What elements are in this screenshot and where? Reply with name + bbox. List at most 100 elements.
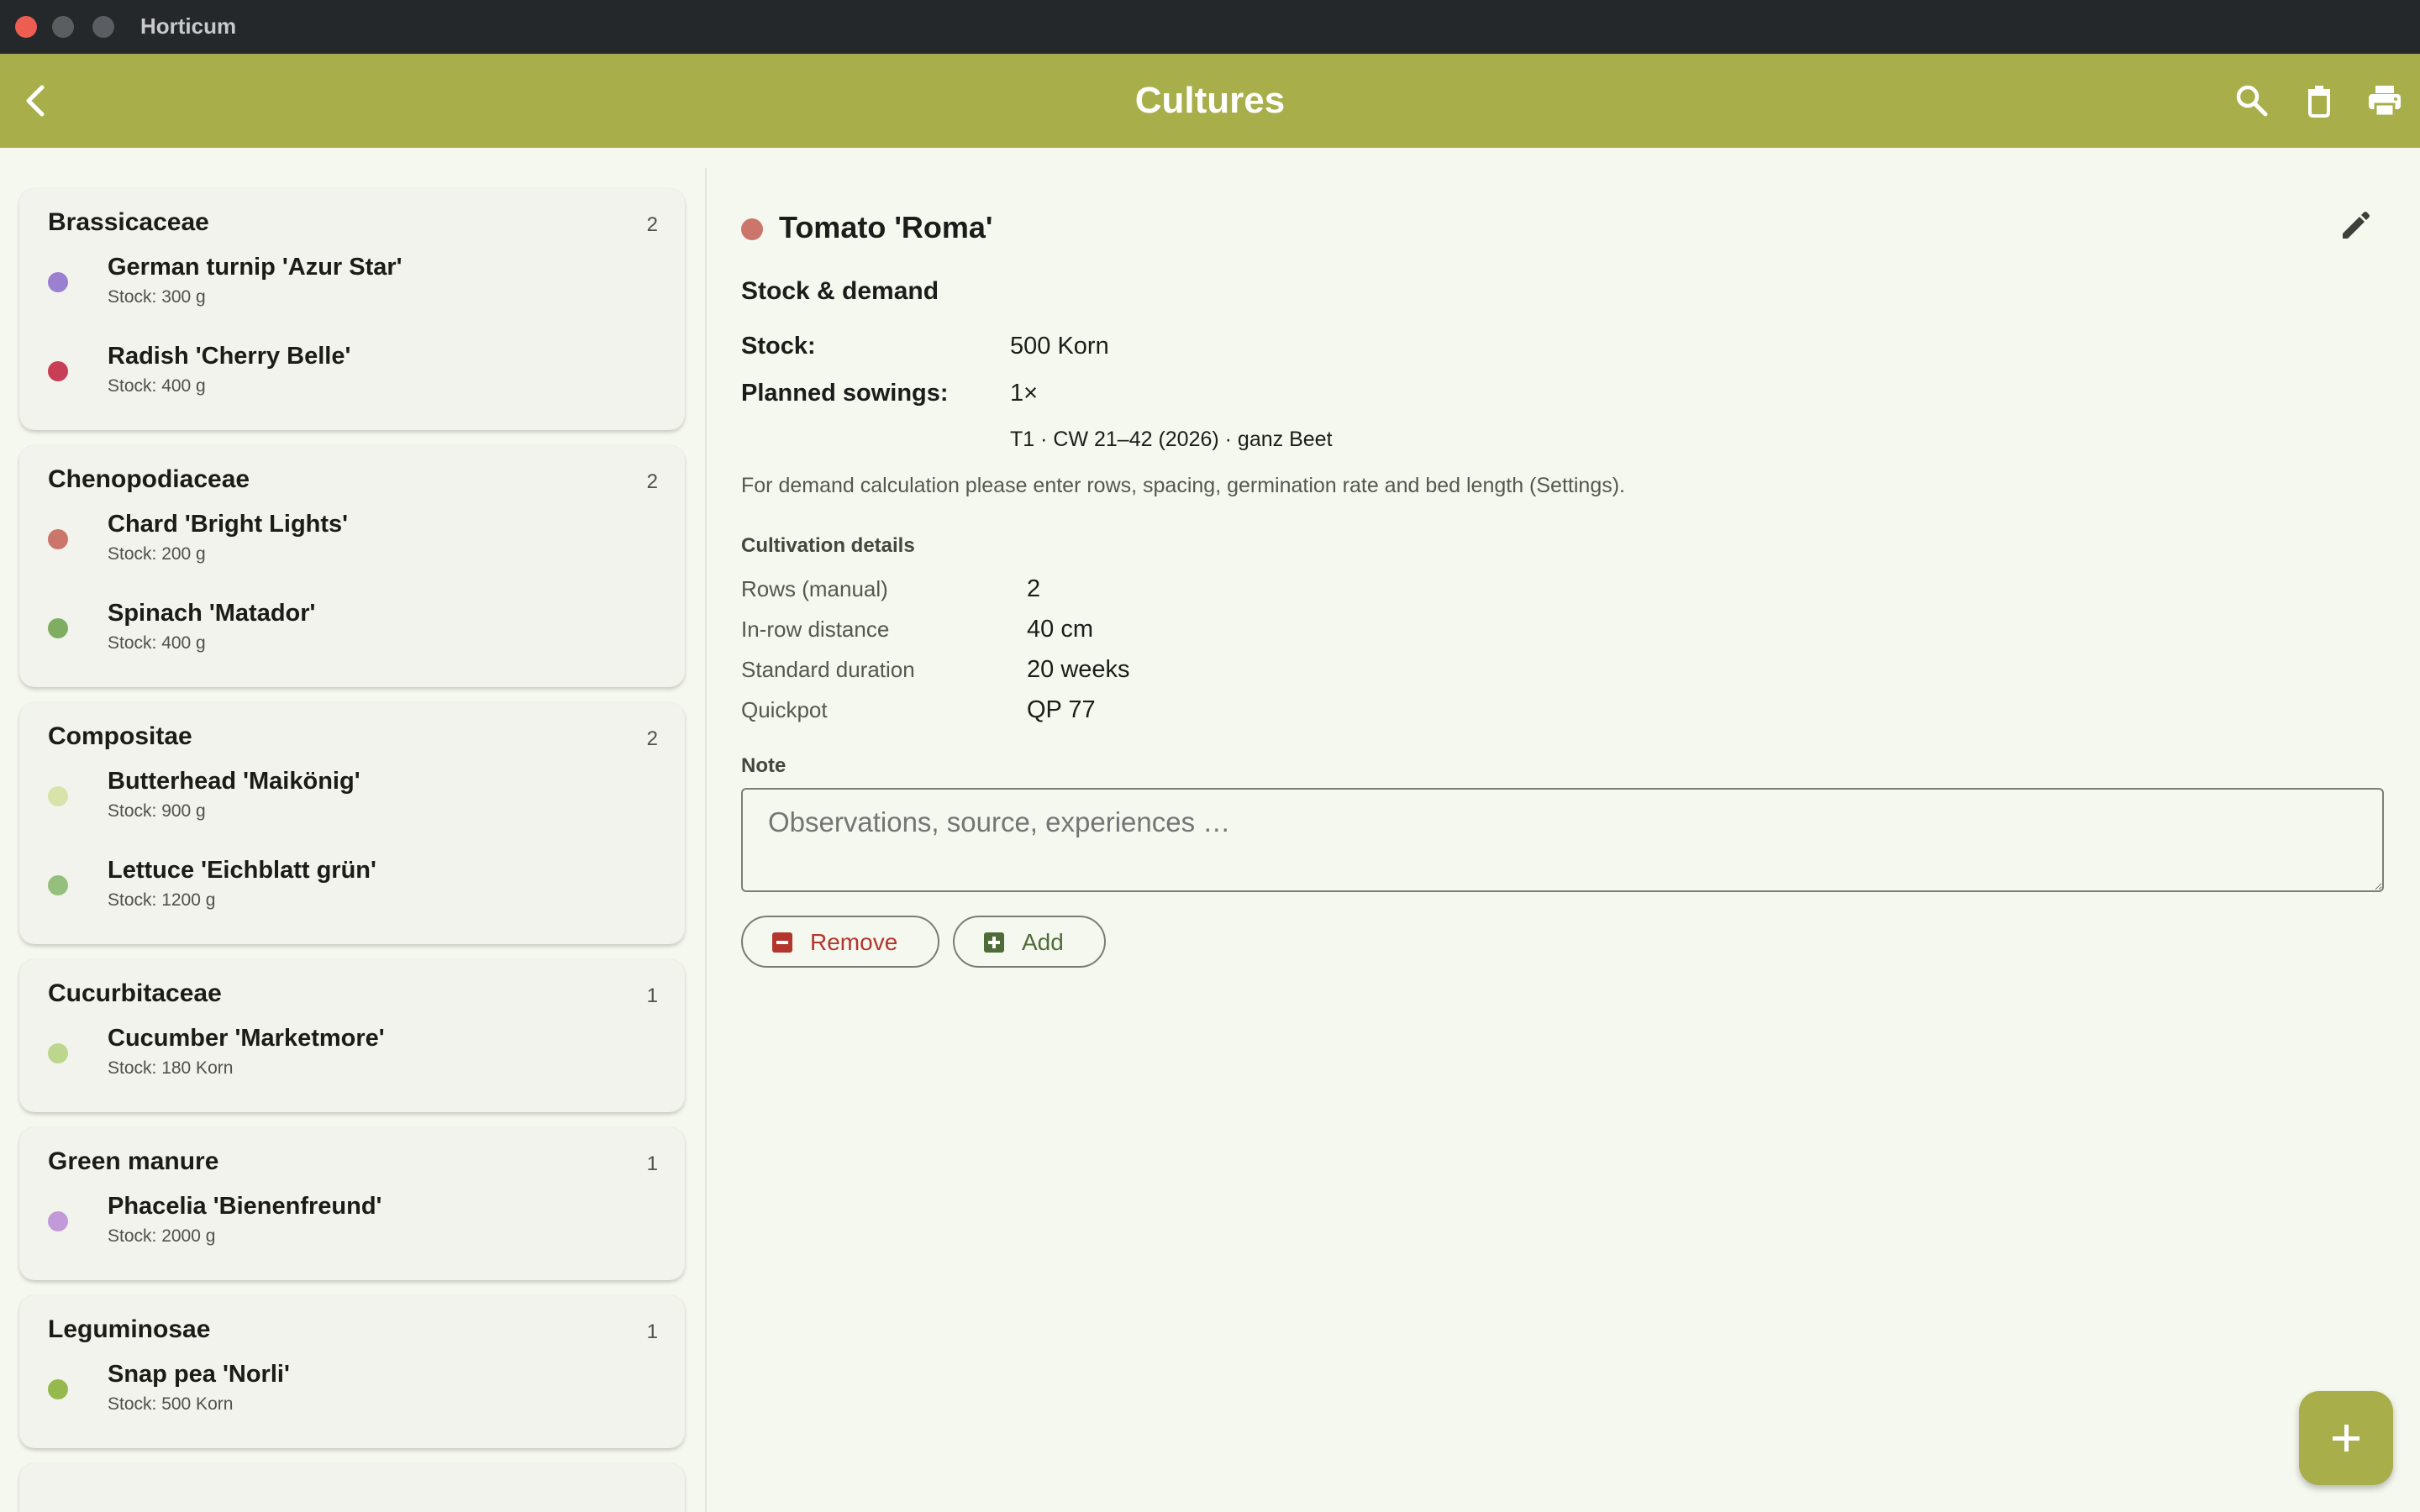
demand-hint: For demand calculation please enter rows…	[741, 474, 1625, 497]
family-name: Compositae	[48, 722, 192, 750]
family-name: Cucurbitaceae	[48, 979, 222, 1007]
standard-duration-label: Standard duration	[741, 657, 915, 682]
culture-color-dot	[48, 1379, 68, 1399]
family-card: Brassicaceae 2 German turnip 'Azur Star' St…	[19, 188, 685, 430]
culture-color-dot	[48, 618, 68, 638]
edit-button[interactable]	[2336, 208, 2373, 245]
in-row-distance-value: 40 cm	[1027, 616, 1093, 643]
family-count: 2	[646, 213, 658, 236]
family-name: Chenopodiaceae	[48, 465, 250, 493]
culture-name: Radish 'Cherry Belle'	[108, 343, 351, 370]
close-window-button[interactable]	[15, 16, 37, 38]
plus-icon	[2333, 1425, 2360, 1452]
quickpot-label: Quickpot	[741, 697, 828, 722]
culture-name: Snap pea 'Norli'	[108, 1361, 290, 1388]
note-field[interactable]	[741, 788, 2384, 892]
family-count: 1	[646, 1320, 658, 1343]
in-row-distance-label: In-row distance	[741, 617, 890, 642]
culture-list-item[interactable]: German turnip 'Azur Star' Stock: 300 g	[19, 249, 685, 319]
search-button[interactable]	[2233, 82, 2270, 119]
culture-list-item[interactable]: Radish 'Cherry Belle' Stock: 400 g	[19, 338, 685, 408]
plus-box-icon	[984, 932, 1004, 953]
culture-list-item[interactable]: Butterhead 'Maikönig' Stock: 900 g	[19, 763, 685, 833]
back-arrow-icon	[26, 85, 45, 117]
culture-list-item[interactable]: Spinach 'Matador' Stock: 400 g	[19, 595, 685, 665]
standard-duration-value: 20 weeks	[1027, 656, 1130, 683]
maximize-window-button[interactable]	[92, 16, 114, 38]
page-title: Cultures	[1134, 80, 1286, 121]
culture-name: German turnip 'Azur Star'	[108, 254, 402, 281]
add-button-label: Add	[1022, 929, 1064, 955]
quickpot-value: QP 77	[1027, 696, 1096, 723]
stock-value: 500 Korn	[1010, 333, 1109, 360]
family-card: Chenopodiaceae 2 Chard 'Bright Lights' Stoc…	[19, 445, 685, 687]
culture-stock: Stock: 180 Korn	[108, 1058, 234, 1078]
add-button[interactable]: Add	[953, 916, 1106, 968]
culture-stock: Stock: 400 g	[108, 376, 206, 396]
culture-stock: Stock: 2000 g	[108, 1226, 216, 1246]
culture-list-item[interactable]: Lettuce 'Eichblatt grün' Stock: 1200 g	[19, 852, 685, 922]
culture-color-dot	[48, 272, 68, 292]
delete-button[interactable]	[2301, 82, 2338, 119]
app-bar: Cultures	[0, 54, 2420, 148]
culture-list[interactable]: Brassicaceae 2 German turnip 'Azur Star' St…	[0, 148, 706, 1512]
culture-title: Tomato 'Roma'	[779, 210, 993, 244]
culture-list-item[interactable]: Cucumber 'Marketmore' Stock: 180 Korn	[19, 1020, 685, 1090]
note-label: Note	[741, 754, 786, 777]
family-name: Green manure	[48, 1147, 219, 1175]
back-button[interactable]	[15, 79, 59, 123]
add-culture-fab[interactable]	[2299, 1391, 2393, 1485]
search-icon	[2236, 85, 2268, 117]
planned-sowing-detail: T1 · CW 21–42 (2026) · ganz Beet	[1010, 428, 1333, 451]
rows-value: 2	[1027, 575, 1041, 602]
stock-demand-heading: Stock & demand	[741, 277, 939, 305]
family-name: Leguminosae	[48, 1315, 211, 1343]
minimize-window-button[interactable]	[52, 16, 74, 38]
culture-name: Phacelia 'Bienenfreund'	[108, 1193, 382, 1220]
family-count: 2	[646, 470, 658, 493]
print-button[interactable]	[2366, 82, 2403, 119]
family-card-partial	[19, 1463, 685, 1512]
window-title-bar: Horticum	[0, 0, 2420, 54]
culture-name: Cucumber 'Marketmore'	[108, 1025, 385, 1052]
culture-detail-panel: Tomato 'Roma' Stock & demand Stock: 500 …	[708, 148, 2420, 1512]
culture-color-dot	[48, 1043, 68, 1063]
rows-label: Rows (manual)	[741, 576, 888, 601]
print-icon	[2369, 86, 2401, 118]
family-card: Green manure 1 Phacelia 'Bienenfreund' Stoc…	[19, 1127, 685, 1280]
culture-list-item[interactable]: Chard 'Bright Lights' Stock: 200 g	[19, 506, 685, 576]
culture-stock: Stock: 400 g	[108, 633, 206, 653]
family-count: 1	[646, 1152, 658, 1175]
stock-label: Stock:	[741, 333, 816, 360]
culture-stock: Stock: 1200 g	[108, 890, 216, 910]
planned-sowings-value: 1×	[1010, 380, 1039, 407]
family-count: 2	[646, 727, 658, 750]
edit-pencil-icon	[2343, 212, 2370, 239]
cultivation-details-heading: Cultivation details	[741, 534, 915, 557]
culture-list-item[interactable]: Snap pea 'Norli' Stock: 500 Korn	[19, 1356, 685, 1426]
culture-name: Spinach 'Matador'	[108, 600, 316, 627]
culture-name: Lettuce 'Eichblatt grün'	[108, 857, 376, 884]
panel-divider	[705, 168, 707, 1512]
culture-color-dot	[48, 1211, 68, 1231]
culture-color-dot	[48, 361, 68, 381]
remove-button-label: Remove	[810, 929, 898, 955]
culture-name: Chard 'Bright Lights'	[108, 511, 349, 538]
culture-stock: Stock: 300 g	[108, 287, 206, 307]
minus-box-icon	[772, 932, 792, 953]
culture-stock: Stock: 500 Korn	[108, 1394, 234, 1414]
family-card: Compositae 2 Butterhead 'Maikönig' Stock: 9…	[19, 702, 685, 944]
planned-sowings-label: Planned sowings:	[741, 380, 949, 407]
culture-name: Butterhead 'Maikönig'	[108, 768, 360, 795]
family-card: Cucurbitaceae 1 Cucumber 'Marketmore' Stock…	[19, 959, 685, 1112]
family-count: 1	[646, 984, 658, 1007]
culture-color-dot	[48, 529, 68, 549]
culture-stock: Stock: 900 g	[108, 801, 206, 821]
culture-color-dot	[741, 218, 763, 240]
remove-button[interactable]: Remove	[741, 916, 939, 968]
culture-color-dot	[48, 875, 68, 895]
culture-list-item[interactable]: Phacelia 'Bienenfreund' Stock: 2000 g	[19, 1188, 685, 1258]
culture-stock: Stock: 200 g	[108, 544, 206, 564]
family-card: Leguminosae 1 Snap pea 'Norli' Stock: 500 K…	[19, 1295, 685, 1448]
trash-icon	[2308, 86, 2330, 118]
